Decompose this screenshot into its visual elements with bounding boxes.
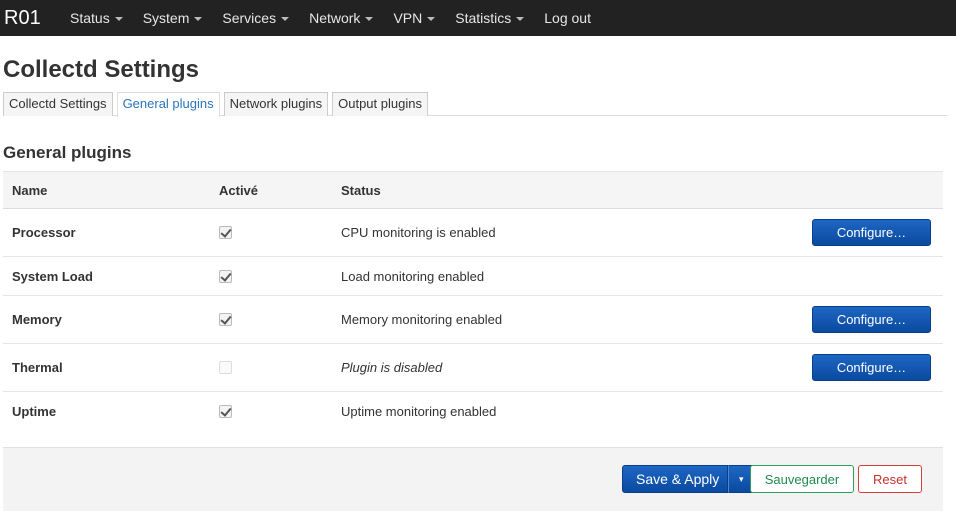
caret-down-icon: ▾ [739,473,744,484]
menu-services-label: Services [222,10,277,26]
save-button[interactable]: Sauvegarder [750,465,854,493]
configure-button[interactable]: Configure… [812,219,931,246]
menu-system[interactable]: System [133,0,213,36]
enabled-checkbox[interactable] [219,344,232,391]
table-header: Name Activé Status [3,171,943,209]
plugin-status: Load monitoring enabled [341,268,485,284]
menu-services[interactable]: Services [212,0,299,36]
table-row: Thermal Plugin is disabled Configure… [3,344,943,392]
tab-bar: Collectd Settings General plugins Networ… [3,92,947,117]
chevron-down-icon [194,17,203,22]
configure-cell: Configure… [812,344,931,391]
brand-hostname[interactable]: R01 [0,0,60,36]
checkbox-checked-icon[interactable] [219,404,232,418]
checkbox-checked-icon[interactable] [219,313,232,326]
menu-network[interactable]: Network [299,0,383,36]
plugin-status: Plugin is disabled [341,360,443,375]
main-menu: Status System Services Network VPN Stati… [60,0,601,36]
reset-button[interactable]: Reset [858,465,922,493]
chevron-down-icon [365,17,374,22]
chevron-down-icon [516,17,525,22]
configure-cell: Configure… [812,209,931,256]
chevron-down-icon [281,17,290,22]
menu-logout[interactable]: Log out [534,0,601,36]
tab-output-plugins[interactable]: Output plugins [332,92,428,116]
enabled-checkbox[interactable] [219,296,232,343]
enabled-checkbox[interactable] [219,392,232,430]
chevron-down-icon [114,17,123,22]
checkbox-unchecked-icon[interactable] [219,361,232,374]
enabled-checkbox[interactable] [219,257,232,295]
menu-statistics-label: Statistics [455,10,512,26]
menu-status[interactable]: Status [60,0,133,36]
plugins-table: Name Activé Status Processor CPU monitor… [3,171,943,430]
menu-network-label: Network [309,10,361,26]
page-title: Collectd Settings [3,56,200,83]
tab-collectd-settings[interactable]: Collectd Settings [3,92,113,116]
checkbox-checked-icon[interactable] [219,226,232,239]
save-apply-split-button: Save & Apply ▾ [622,465,755,493]
section-title: General plugins [3,143,132,162]
plugin-name: Uptime [12,403,57,419]
enabled-checkbox[interactable] [219,209,232,256]
menu-statistics[interactable]: Statistics [445,0,534,36]
tab-general-plugins[interactable]: General plugins [116,92,220,117]
table-row: Memory Memory monitoring enabled Configu… [3,296,943,344]
form-actions: Save & Apply ▾ Sauvegarder Reset [3,447,943,511]
plugin-name: System Load [12,268,93,284]
configure-button[interactable]: Configure… [812,306,931,333]
save-apply-button[interactable]: Save & Apply [622,465,729,493]
plugin-status: CPU monitoring is enabled [341,225,496,240]
table-row: Uptime Uptime monitoring enabled [3,392,943,430]
header-name: Name [12,182,48,198]
configure-cell: Configure… [812,296,931,343]
menu-logout-label: Log out [544,10,591,26]
header-status: Status [341,182,381,198]
tab-network-plugins[interactable]: Network plugins [223,92,329,116]
table-row: System Load Load monitoring enabled [3,257,943,296]
menu-system-label: System [142,10,190,26]
configure-button[interactable]: Configure… [812,354,931,381]
plugin-status: Uptime monitoring enabled [341,403,497,419]
menu-status-label: Status [70,10,110,26]
plugin-name: Processor [12,225,76,240]
menu-vpn-label: VPN [393,10,423,26]
plugin-name: Thermal [12,360,63,375]
table-row: Processor CPU monitoring is enabled Conf… [3,209,943,257]
plugin-status: Memory monitoring enabled [341,312,503,327]
header-enabled: Activé [219,182,259,198]
chevron-down-icon [427,17,436,22]
plugin-name: Memory [12,312,62,327]
menu-vpn[interactable]: VPN [383,0,445,36]
checkbox-checked-icon[interactable] [219,269,232,283]
top-navbar: R01 Status System Services Network VPN S… [0,0,956,36]
